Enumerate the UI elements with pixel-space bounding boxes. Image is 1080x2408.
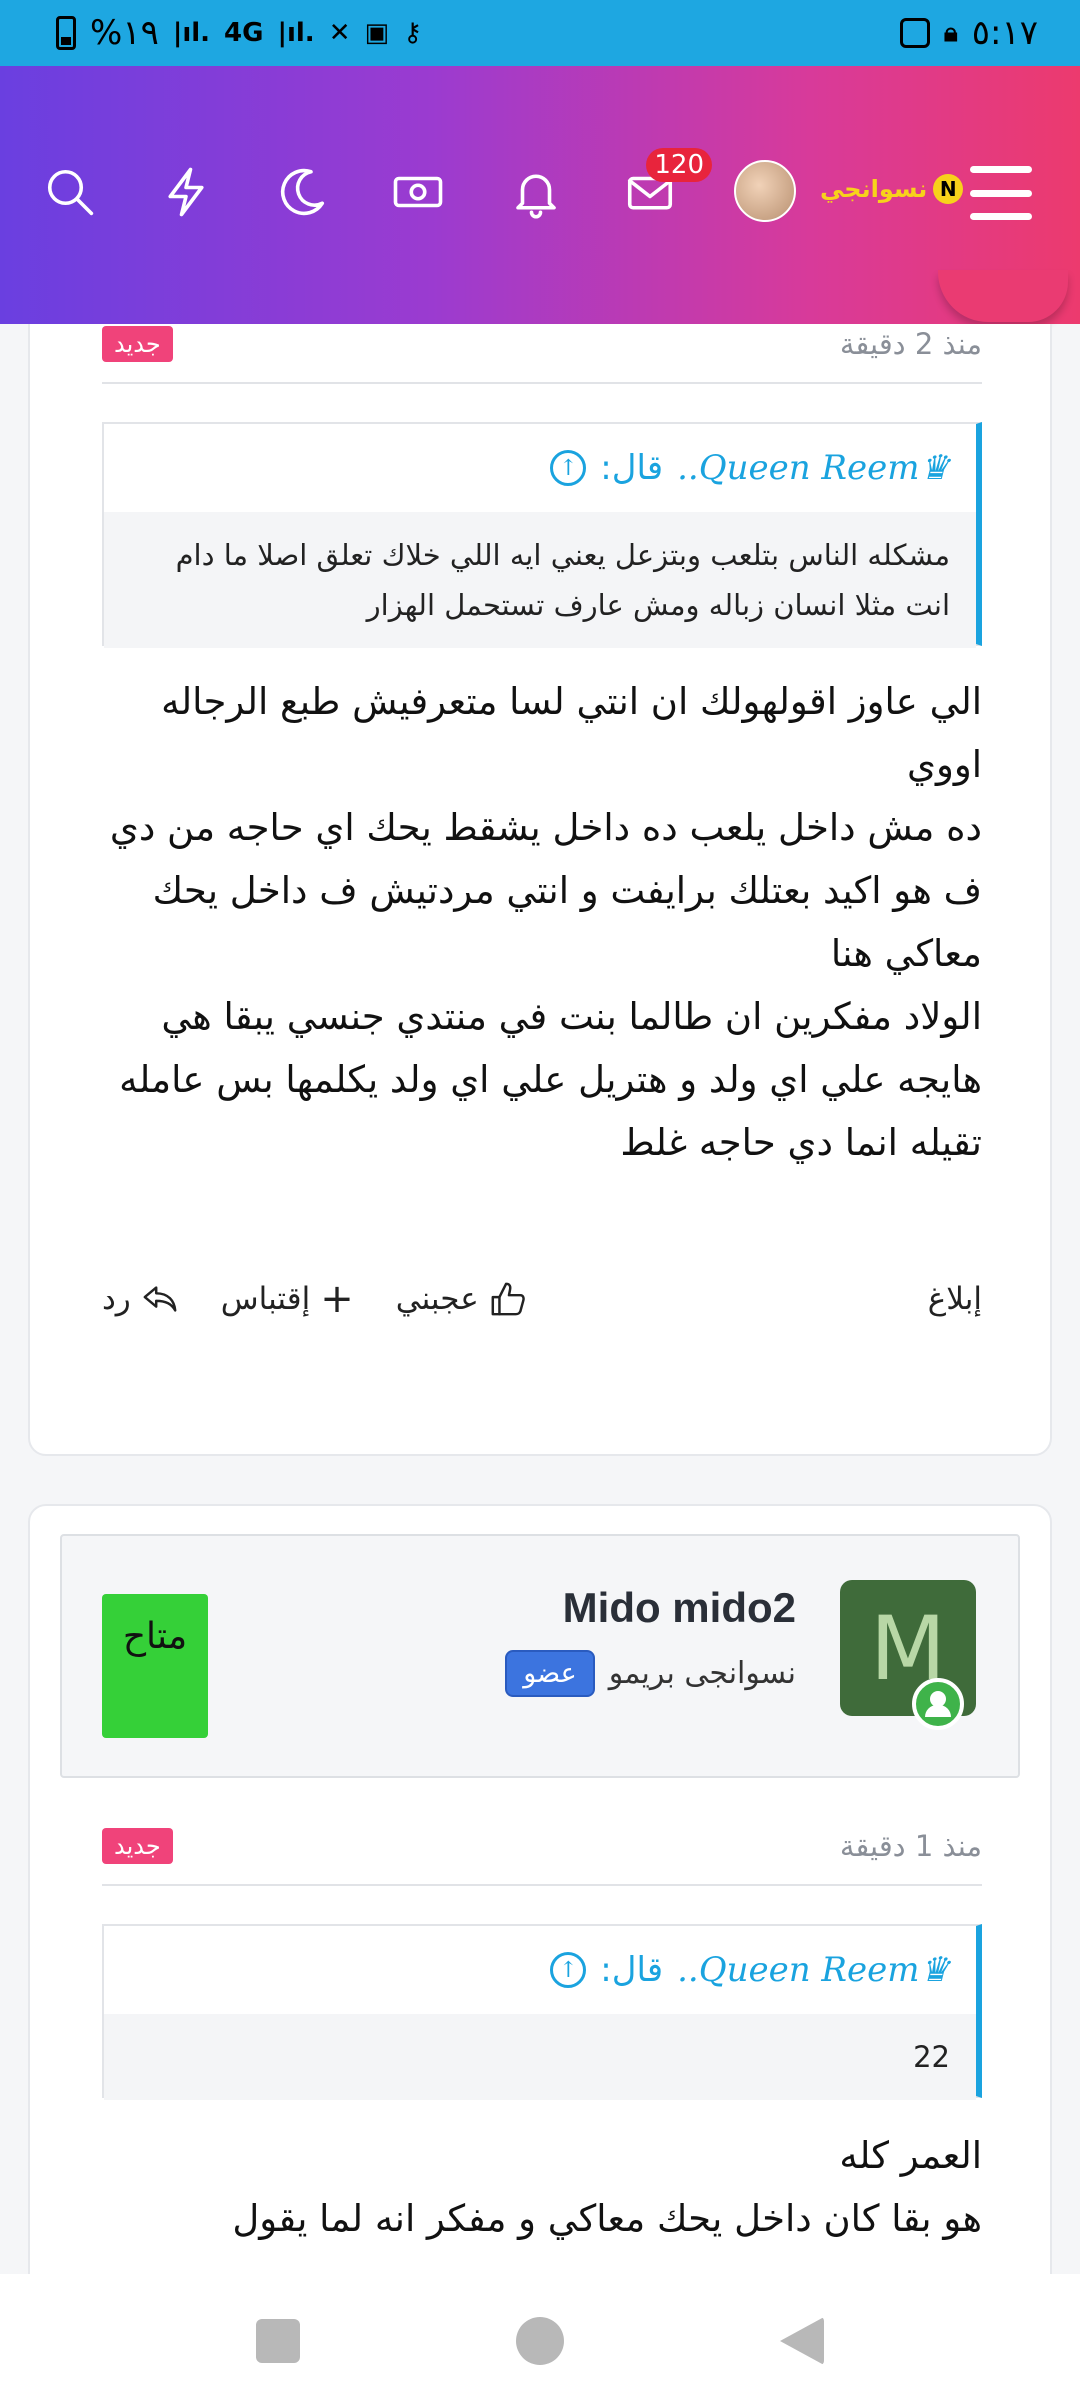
post-actions-left: رد إقتباس + عجبني	[102, 1276, 527, 1322]
app-header: 120 نسوانجي N	[0, 66, 1080, 324]
quote-header[interactable]: ♛Queen Reem.. قال: ↑	[104, 424, 976, 512]
like-button[interactable]: عجبني	[396, 1280, 527, 1318]
mute-icon: ✕	[328, 18, 351, 48]
logo-text: نسوانجي	[820, 175, 928, 203]
post-line: هو بقا كان داخل يحك معاكي و مفكر انه لما…	[232, 2197, 982, 2240]
divider	[102, 1884, 982, 1886]
menu-icon[interactable]	[970, 166, 1032, 220]
moon-icon[interactable]	[272, 162, 332, 222]
logo-letter: N	[933, 174, 964, 204]
search-icon[interactable]	[40, 162, 100, 222]
thread-content: جديد منذ 2 دقيقة ♛Queen Reem.. قال: ↑ مش…	[0, 324, 1080, 2274]
post-card: متاح Mido mido2 نسوانجى بريمو عضو M جديد…	[28, 1504, 1052, 2274]
quote-block: ♛Queen Reem.. قال: ↑ مشكله الناس بتلعب و…	[102, 422, 982, 648]
availability-badge: متاح	[102, 1594, 208, 1738]
bell-icon[interactable]	[506, 162, 566, 222]
battery-icon	[56, 16, 76, 50]
user-avatar-icon[interactable]	[734, 160, 796, 222]
rank-title: نسوانجى بريمو	[608, 1656, 796, 1691]
quote-text: 22	[104, 2014, 976, 2100]
like-label: عجبني	[395, 1281, 479, 1317]
post-time[interactable]: منذ 1 دقيقة	[840, 1829, 982, 1863]
clock: ٥:١٧	[971, 13, 1038, 53]
quote-text: مشكله الناس بتلعب وبتزعل يعني ايه اللي خ…	[104, 512, 976, 648]
status-bar-left: %١٩ |ıl. 4G |ıl. ✕ ▣ ⚷	[56, 13, 422, 53]
quote-label: إقتباس	[220, 1281, 311, 1317]
online-status-icon	[912, 1678, 964, 1730]
post-body: الي عاوز اقولهولك ان انتي لسا متعرفيش طب…	[102, 670, 982, 1174]
post-time[interactable]: منذ 2 دقيقة	[840, 327, 982, 361]
status-bar: %١٩ |ıl. 4G |ıl. ✕ ▣ ⚷ 🔒︎ ٥:١٧	[0, 0, 1080, 66]
menu-bar	[970, 189, 1032, 197]
role-badge: عضو	[505, 1650, 595, 1697]
post-line: ف هو اكيد بعتلك برايفت و انتي مردتيش ف د…	[152, 869, 982, 975]
app-notification-icon	[899, 18, 930, 48]
battery-level: %١٩	[90, 13, 159, 53]
quote-said-label: قال:	[600, 1950, 664, 1990]
gallery-icon: ▣	[364, 18, 390, 48]
quote-author[interactable]: ♛Queen Reem..	[677, 448, 950, 488]
lock-icon: 🔒︎	[943, 17, 958, 48]
menu-bar	[970, 166, 1032, 173]
signal-icon: |ıl.	[172, 18, 211, 48]
mail-icon[interactable]: 120	[620, 148, 712, 222]
quote-button[interactable]: إقتباس +	[221, 1276, 354, 1322]
network-type: 4G	[224, 18, 264, 48]
post-card: جديد منذ 2 دقيقة ♛Queen Reem.. قال: ↑ مش…	[28, 324, 1052, 1456]
reply-icon	[143, 1286, 177, 1312]
new-badge: جديد	[102, 1828, 173, 1864]
user-info-box: متاح Mido mido2 نسوانجى بريمو عضو M	[60, 1534, 1020, 1778]
post-body: العمر كله هو بقا كان داخل يحك معاكي و مف…	[102, 2124, 982, 2250]
post-line: ده مش داخل يلعب ده داخل يشقط يحك اي حاجه…	[109, 806, 982, 849]
divider	[102, 382, 982, 384]
quote-said-label: قال:	[600, 448, 664, 488]
jump-to-quote-icon[interactable]: ↑	[550, 450, 587, 486]
post-line: الولاد مفكرين ان طالما بنت في منتدي جنسي…	[119, 995, 982, 1164]
lightning-icon[interactable]	[156, 162, 216, 222]
report-button[interactable]: إبلاغ	[928, 1281, 982, 1317]
user-avatar[interactable]: M	[840, 1580, 976, 1730]
post-line: العمر كله	[839, 2134, 982, 2177]
quote-block: ♛Queen Reem.. قال: ↑ 22	[102, 1924, 982, 2100]
post-line: الي عاوز اقولهولك ان انتي لسا متعرفيش طب…	[161, 680, 982, 786]
site-logo[interactable]: نسوانجي N	[820, 174, 964, 204]
user-rank: نسوانجى بريمو عضو	[505, 1650, 796, 1697]
system-nav-bar	[0, 2274, 1080, 2408]
thumbs-up-icon	[491, 1282, 525, 1316]
back-button[interactable]	[780, 2317, 824, 2365]
home-button[interactable]	[516, 2317, 564, 2365]
username[interactable]: Mido mido2	[563, 1584, 796, 1632]
signal-2-icon: |ıl.	[277, 18, 315, 48]
menu-bar	[970, 213, 1032, 220]
post-meta: جديد منذ 2 دقيقة	[102, 326, 982, 362]
jump-to-quote-icon[interactable]: ↑	[550, 1952, 587, 1988]
messages-count-badge: 120	[646, 148, 712, 182]
new-badge: جديد	[102, 326, 173, 362]
money-icon[interactable]	[388, 162, 448, 222]
post-actions: رد إقتباس + عجبني إبلاغ	[102, 1276, 982, 1322]
quote-header[interactable]: ♛Queen Reem.. قال: ↑	[104, 1926, 976, 2014]
status-bar-right: 🔒︎ ٥:١٧	[899, 13, 1038, 53]
recents-button[interactable]	[256, 2319, 300, 2363]
key-icon: ⚷	[403, 18, 423, 48]
plus-icon: +	[320, 1276, 354, 1322]
reply-button[interactable]: رد	[102, 1280, 179, 1318]
quote-author[interactable]: ♛Queen Reem..	[677, 1950, 950, 1990]
post-meta: جديد منذ 1 دقيقة	[102, 1828, 982, 1864]
reply-label: رد	[102, 1281, 131, 1317]
